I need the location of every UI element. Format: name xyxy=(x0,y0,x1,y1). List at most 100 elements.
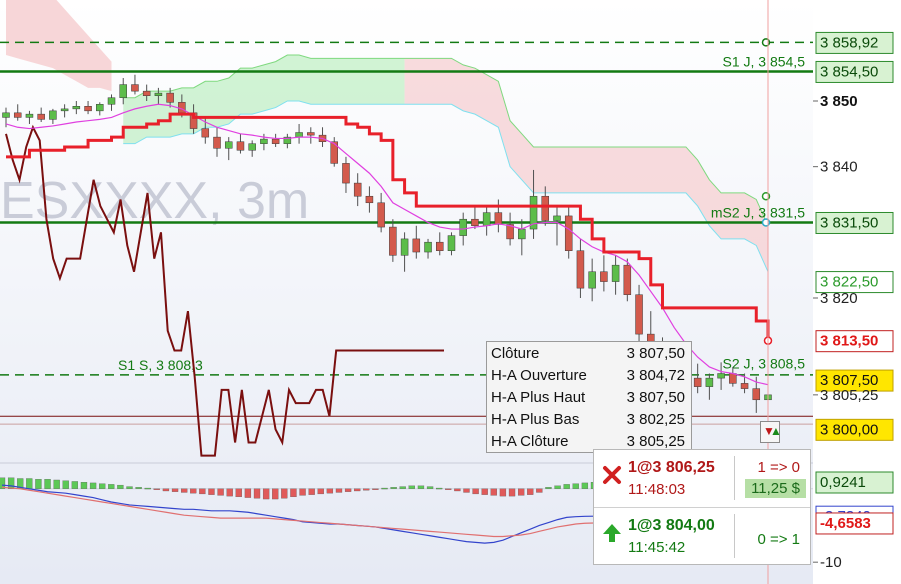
candle-body xyxy=(213,136,221,149)
price-label: 3 850 xyxy=(820,93,858,110)
macd-histogram-bar xyxy=(89,482,97,489)
separator xyxy=(734,514,735,558)
macd-histogram-bar xyxy=(144,487,151,490)
order-row-open[interactable]: 1@3 804,00 11:45:42 0 => 1 xyxy=(594,508,810,564)
tooltip-label: H-A Plus Haut xyxy=(491,389,586,406)
macd-histogram-bar xyxy=(272,488,279,500)
candle-body xyxy=(705,377,714,387)
macd-histogram-bar xyxy=(399,486,406,489)
candle-body xyxy=(436,241,444,251)
candle-body xyxy=(576,250,585,289)
price-label: 3 822,50 xyxy=(820,274,878,291)
price-label: -10 xyxy=(820,554,842,571)
macd-histogram-bar xyxy=(326,488,334,494)
macd-histogram-bar xyxy=(381,487,388,490)
price-label: 3 840 xyxy=(820,159,858,176)
macd-histogram-bar xyxy=(108,484,115,489)
candle-body xyxy=(96,104,104,112)
candle-body xyxy=(729,373,737,384)
macd-histogram-bar xyxy=(190,488,197,494)
candle-body xyxy=(260,138,268,144)
price-label: 3 831,50 xyxy=(820,214,878,231)
candle-body xyxy=(84,106,92,112)
candle-body xyxy=(236,141,245,151)
order-row-closed[interactable]: 1@3 806,25 11:48:03 1 => 0 11,25 $ xyxy=(594,450,810,506)
pivot-label: S1 J, 3 854,5 xyxy=(722,53,805,69)
macd-histogram-bar xyxy=(390,487,397,489)
candle-body xyxy=(471,218,479,227)
macd-histogram-bar xyxy=(508,488,516,497)
candle-body xyxy=(248,143,256,151)
candle-body xyxy=(600,271,608,282)
order-history-panel: 1@3 806,25 11:48:03 1 => 0 11,25 $ 1@3 8… xyxy=(593,449,811,565)
macd-histogram-bar xyxy=(344,488,352,492)
candle-body xyxy=(611,264,620,282)
macd-histogram-bar xyxy=(171,488,179,492)
tooltip-label: H-A Clôture xyxy=(491,433,569,450)
macd-histogram-bar xyxy=(244,488,252,498)
tooltip-row: H-A Plus Bas 3 802,25 xyxy=(491,409,685,431)
candle-body xyxy=(271,138,280,144)
macd-histogram-bar xyxy=(235,488,242,498)
macd-histogram-bar xyxy=(281,488,288,499)
candle-body xyxy=(482,212,491,227)
price-label: 3 820 xyxy=(820,290,858,307)
candle-body xyxy=(119,84,127,98)
candle xyxy=(330,137,338,167)
arrow-up-icon[interactable] xyxy=(601,522,623,544)
macd-histogram-bar xyxy=(426,486,434,489)
macd-histogram-bar xyxy=(454,488,461,492)
macd-histogram-bar xyxy=(299,488,306,496)
tooltip-row: Clôture 3 807,50 xyxy=(491,343,685,365)
macd-histogram-bar xyxy=(436,487,443,490)
macd-histogram-bar xyxy=(253,488,261,499)
macd-histogram-bar xyxy=(199,488,206,495)
pivot-label: S2 J, 3 808,5 xyxy=(722,356,805,372)
macd-histogram-bar xyxy=(499,488,507,497)
macd-histogram-bar xyxy=(217,488,224,496)
candle-body xyxy=(13,112,22,118)
macd-histogram-bar xyxy=(354,488,361,492)
candle-body xyxy=(412,238,421,253)
macd-histogram-bar xyxy=(472,488,479,495)
order-direction-badge[interactable]: ▼ ▲ xyxy=(760,421,782,443)
candle-body xyxy=(224,141,233,149)
candle-body xyxy=(365,195,374,204)
price-label: 3 800,00 xyxy=(820,421,878,438)
candle-body xyxy=(342,163,350,184)
tooltip-value: 3 807,50 xyxy=(626,345,685,362)
candle-body xyxy=(178,102,186,114)
tooltip-value: 3 804,72 xyxy=(626,367,685,384)
tooltip-value: 3 802,25 xyxy=(626,411,685,428)
order-quantity-price: 1@3 804,00 xyxy=(628,517,715,534)
macd-histogram-bar xyxy=(126,486,133,489)
candle-body xyxy=(377,202,385,228)
macd-histogram-bar xyxy=(44,479,51,489)
candle-body xyxy=(424,241,432,253)
candle-body xyxy=(49,110,57,120)
macd-histogram-bar xyxy=(53,479,60,489)
candle-body xyxy=(389,226,397,256)
candle-body xyxy=(541,195,550,221)
macd-histogram-bar xyxy=(545,487,552,489)
heikin-ashi-tooltip: Clôture 3 807,50 H-A Ouverture 3 804,72 … xyxy=(486,341,692,453)
macd-histogram-bar xyxy=(135,487,142,489)
price-label: 3 805,25 xyxy=(820,387,878,404)
candle-body xyxy=(553,215,561,221)
price-label: 3 854,50 xyxy=(820,63,878,80)
candle-body xyxy=(307,132,315,136)
macd-histogram-bar xyxy=(317,488,324,495)
tooltip-row: H-A Plus Haut 3 807,50 xyxy=(491,387,685,409)
macd-histogram-bar xyxy=(71,481,79,489)
candle-body xyxy=(693,377,702,387)
candle-body xyxy=(107,97,116,105)
candle-body xyxy=(717,373,725,379)
close-x-icon[interactable] xyxy=(601,464,623,486)
macd-histogram-bar xyxy=(181,488,188,493)
macd-histogram-bar xyxy=(262,488,270,500)
macd-histogram-bar xyxy=(536,488,543,493)
order-time: 11:45:42 xyxy=(628,539,686,556)
macd-histogram-bar xyxy=(563,484,570,489)
candle-body xyxy=(25,113,34,118)
arrow-up-icon: ▲ xyxy=(770,424,782,438)
